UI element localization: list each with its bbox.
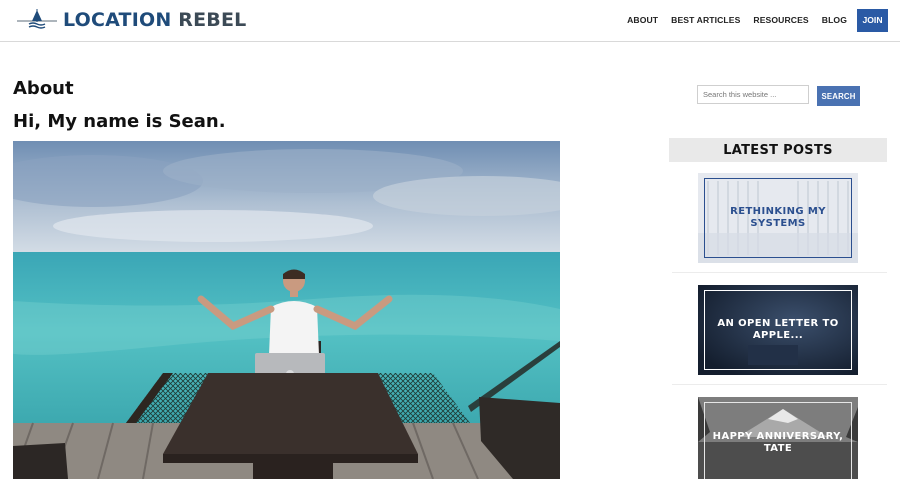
logo-wordmark: LOCATION REBEL <box>63 9 246 31</box>
main-nav: ABOUT BEST ARTICLES RESOURCES BLOG JOIN <box>614 8 888 32</box>
latest-posts-title: LATEST POSTS <box>669 138 887 162</box>
site-header: LOCATION REBEL ABOUT BEST ARTICLES RESOU… <box>0 0 900 42</box>
nav-item-blog[interactable]: BLOG <box>822 15 847 25</box>
logo-word-location: LOCATION <box>63 9 172 31</box>
nav-item-about[interactable]: ABOUT <box>627 15 658 25</box>
join-button[interactable]: JOIN <box>857 8 888 32</box>
sailboat-logo-icon <box>17 9 57 29</box>
page-title: About <box>13 78 74 99</box>
post-title: AN OPEN LETTER TO APPLE... <box>717 318 839 341</box>
nav-item-best-articles[interactable]: BEST ARTICLES <box>671 15 740 25</box>
intro-heading: Hi, My name is Sean. <box>13 111 226 132</box>
post-divider <box>672 272 887 273</box>
post-title-frame: HAPPY ANNIVERSARY, TATE <box>704 402 852 479</box>
post-title: RETHINKING MY SYSTEMS <box>730 206 826 229</box>
hero-photo <box>13 141 560 479</box>
post-title: HAPPY ANNIVERSARY, TATE <box>712 430 844 454</box>
latest-post-card[interactable]: RETHINKING MY SYSTEMS <box>698 173 858 263</box>
logo-word-rebel: REBEL <box>178 9 247 31</box>
post-title-frame: RETHINKING MY SYSTEMS <box>704 178 852 258</box>
search-input[interactable] <box>697 85 809 104</box>
latest-post-card[interactable]: AN OPEN LETTER TO APPLE... <box>698 285 858 375</box>
post-divider <box>672 384 887 385</box>
post-title-frame: AN OPEN LETTER TO APPLE... <box>704 290 852 370</box>
latest-post-card[interactable]: HAPPY ANNIVERSARY, TATE <box>698 397 858 479</box>
nav-item-resources[interactable]: RESOURCES <box>753 15 808 25</box>
site-logo[interactable]: LOCATION REBEL <box>17 7 246 33</box>
search-button[interactable]: SEARCH <box>817 86 860 106</box>
